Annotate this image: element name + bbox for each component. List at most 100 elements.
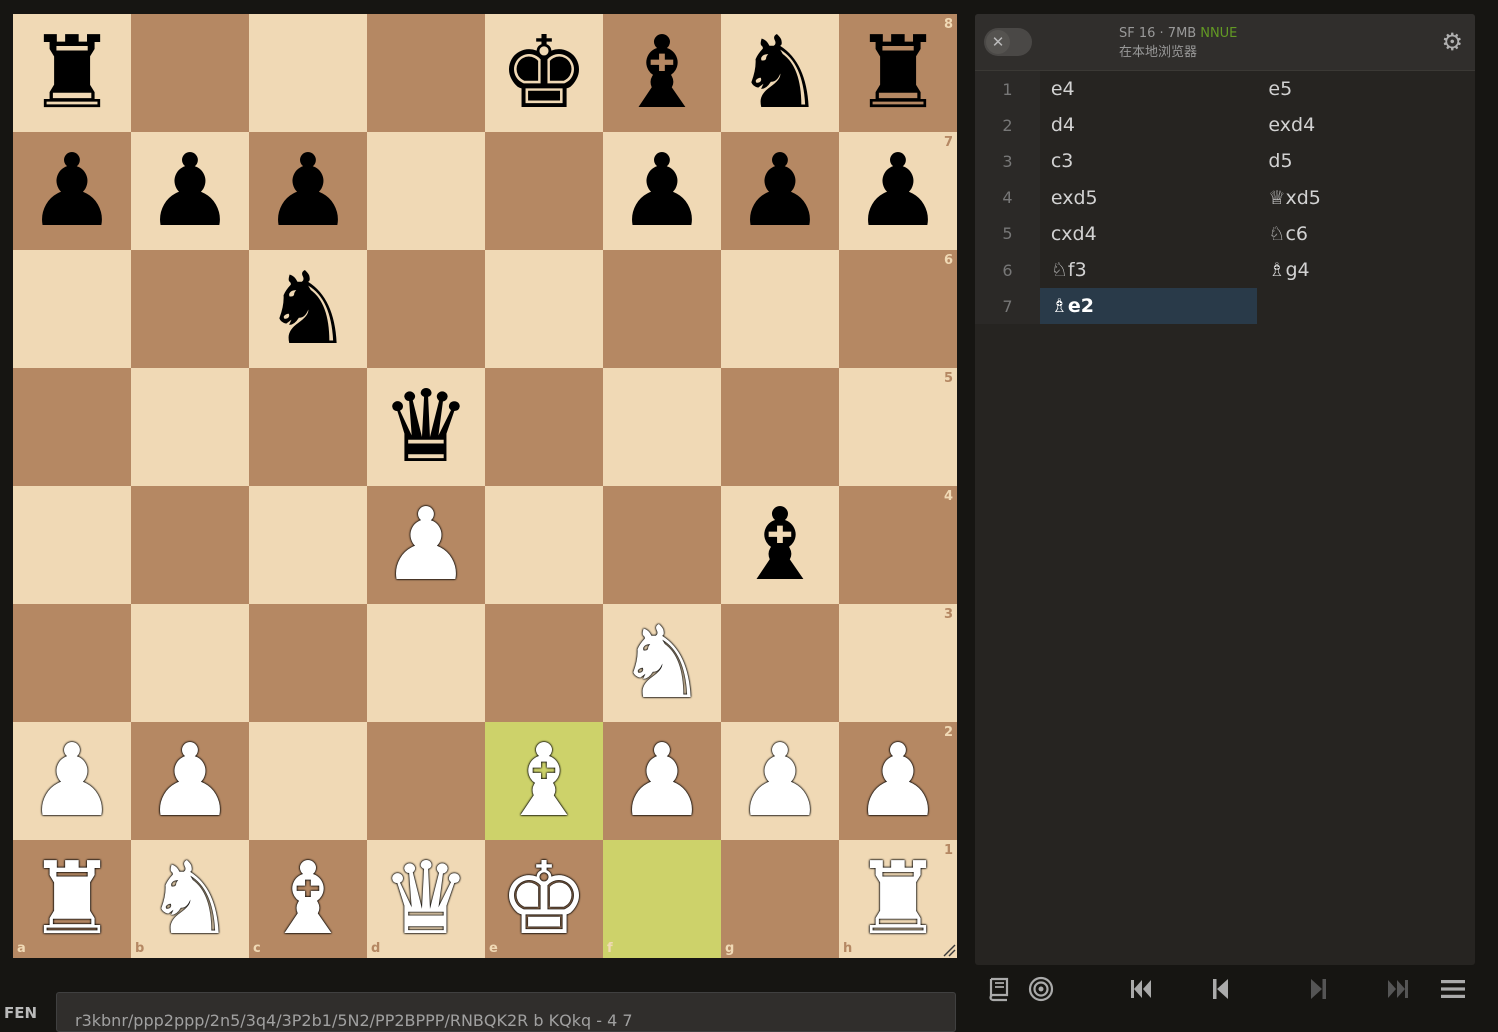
square-c5[interactable] [249, 368, 367, 486]
book-icon[interactable] [985, 976, 1011, 1002]
square-f1[interactable]: f [603, 840, 721, 958]
square-c1[interactable]: ♝ c [249, 840, 367, 958]
white-rook-icon[interactable]: ♜ [839, 840, 957, 958]
square-e2[interactable]: ♝ [485, 722, 603, 840]
last-icon[interactable] [1385, 976, 1411, 1002]
white-move[interactable]: cxd4 [1040, 216, 1258, 252]
square-d6[interactable] [367, 250, 485, 368]
resize-grip-icon[interactable] [942, 943, 956, 957]
target-icon[interactable] [1028, 976, 1054, 1002]
square-a1[interactable]: ♜ a [13, 840, 131, 958]
square-a3[interactable] [13, 604, 131, 722]
square-a8[interactable]: ♜ [13, 14, 131, 132]
black-knight-icon[interactable]: ♞ [721, 14, 839, 132]
square-e8[interactable]: ♚ [485, 14, 603, 132]
white-queen-icon[interactable]: ♛ [367, 840, 485, 958]
square-g4[interactable]: ♝ [721, 486, 839, 604]
square-f4[interactable] [603, 486, 721, 604]
square-g3[interactable] [721, 604, 839, 722]
square-b1[interactable]: ♞ b [131, 840, 249, 958]
square-d5[interactable]: ♛ [367, 368, 485, 486]
square-e5[interactable] [485, 368, 603, 486]
white-move[interactable]: exd5 [1040, 180, 1258, 216]
black-move[interactable]: ♘c6 [1257, 216, 1475, 252]
white-bishop-icon[interactable]: ♝ [249, 840, 367, 958]
square-e7[interactable] [485, 132, 603, 250]
white-move[interactable]: ♗e2 [1039, 288, 1258, 325]
square-b3[interactable] [131, 604, 249, 722]
square-d8[interactable] [367, 14, 485, 132]
fen-input[interactable] [56, 992, 956, 1032]
square-a4[interactable] [13, 486, 131, 604]
square-h3[interactable]: 3 [839, 604, 957, 722]
white-king-icon[interactable]: ♚ [485, 840, 603, 958]
square-e1[interactable]: ♚ e [485, 840, 603, 958]
square-b5[interactable] [131, 368, 249, 486]
black-move[interactable]: e5 [1257, 71, 1475, 107]
square-h2[interactable]: ♟ 2 [839, 722, 957, 840]
square-h4[interactable]: 4 [839, 486, 957, 604]
black-king-icon[interactable]: ♚ [485, 14, 603, 132]
black-move[interactable]: exd4 [1257, 107, 1475, 143]
black-rook-icon[interactable]: ♜ [839, 14, 957, 132]
square-e3[interactable] [485, 604, 603, 722]
white-knight-icon[interactable]: ♞ [603, 604, 721, 722]
square-f2[interactable]: ♟ [603, 722, 721, 840]
black-move[interactable]: ♕xd5 [1257, 180, 1475, 216]
first-icon[interactable] [1128, 976, 1154, 1002]
square-g1[interactable]: g [721, 840, 839, 958]
menu-icon[interactable] [1440, 976, 1466, 1002]
next-icon[interactable] [1305, 976, 1331, 1002]
square-g6[interactable] [721, 250, 839, 368]
square-a7[interactable]: ♟ [13, 132, 131, 250]
square-h1[interactable]: ♜ 1 h [839, 840, 957, 958]
black-queen-icon[interactable]: ♛ [367, 368, 485, 486]
square-h8[interactable]: ♜ 8 [839, 14, 957, 132]
white-move[interactable]: e4 [1040, 71, 1258, 107]
white-pawn-icon[interactable]: ♟ [721, 722, 839, 840]
square-d3[interactable] [367, 604, 485, 722]
black-pawn-icon[interactable]: ♟ [131, 132, 249, 250]
square-f8[interactable]: ♝ [603, 14, 721, 132]
square-d2[interactable] [367, 722, 485, 840]
black-pawn-icon[interactable]: ♟ [721, 132, 839, 250]
black-bishop-icon[interactable]: ♝ [603, 14, 721, 132]
white-pawn-icon[interactable]: ♟ [131, 722, 249, 840]
square-a5[interactable] [13, 368, 131, 486]
square-h6[interactable]: 6 [839, 250, 957, 368]
white-knight-icon[interactable]: ♞ [131, 840, 249, 958]
white-pawn-icon[interactable]: ♟ [603, 722, 721, 840]
black-bishop-icon[interactable]: ♝ [721, 486, 839, 604]
square-c2[interactable] [249, 722, 367, 840]
square-b2[interactable]: ♟ [131, 722, 249, 840]
white-bishop-icon[interactable]: ♝ [485, 722, 603, 840]
white-rook-icon[interactable]: ♜ [13, 840, 131, 958]
chess-board[interactable]: ♜ ♚ ♝ ♞ ♜ 8 ♟ ♟ ♟ ♟ ♟ ♟ 7 ♞ 6 ♛ 5 ♟ ♝ 4 ♞ 3 ♟ ♟ ♝ ♟ ♟ ♟ 2 ♜ a ♞ b ♝ c ♛ d ♚ e f… [13, 14, 957, 958]
white-pawn-icon[interactable]: ♟ [839, 722, 957, 840]
white-move[interactable]: d4 [1040, 107, 1258, 143]
square-g5[interactable] [721, 368, 839, 486]
white-pawn-icon[interactable]: ♟ [13, 722, 131, 840]
square-b8[interactable] [131, 14, 249, 132]
square-f3[interactable]: ♞ [603, 604, 721, 722]
square-g7[interactable]: ♟ [721, 132, 839, 250]
square-f5[interactable] [603, 368, 721, 486]
black-move[interactable]: d5 [1257, 143, 1475, 179]
black-rook-icon[interactable]: ♜ [13, 14, 131, 132]
prev-icon[interactable] [1208, 976, 1234, 1002]
square-c6[interactable]: ♞ [249, 250, 367, 368]
square-b6[interactable] [131, 250, 249, 368]
white-pawn-icon[interactable]: ♟ [367, 486, 485, 604]
square-e4[interactable] [485, 486, 603, 604]
black-pawn-icon[interactable]: ♟ [603, 132, 721, 250]
square-g2[interactable]: ♟ [721, 722, 839, 840]
square-a2[interactable]: ♟ [13, 722, 131, 840]
square-c3[interactable] [249, 604, 367, 722]
black-move[interactable]: ♗g4 [1257, 252, 1475, 288]
square-c8[interactable] [249, 14, 367, 132]
engine-toggle[interactable]: ✕ [984, 28, 1032, 56]
black-pawn-icon[interactable]: ♟ [839, 132, 957, 250]
square-e6[interactable] [485, 250, 603, 368]
square-b4[interactable] [131, 486, 249, 604]
gear-icon[interactable]: ⚙ [1441, 30, 1463, 54]
